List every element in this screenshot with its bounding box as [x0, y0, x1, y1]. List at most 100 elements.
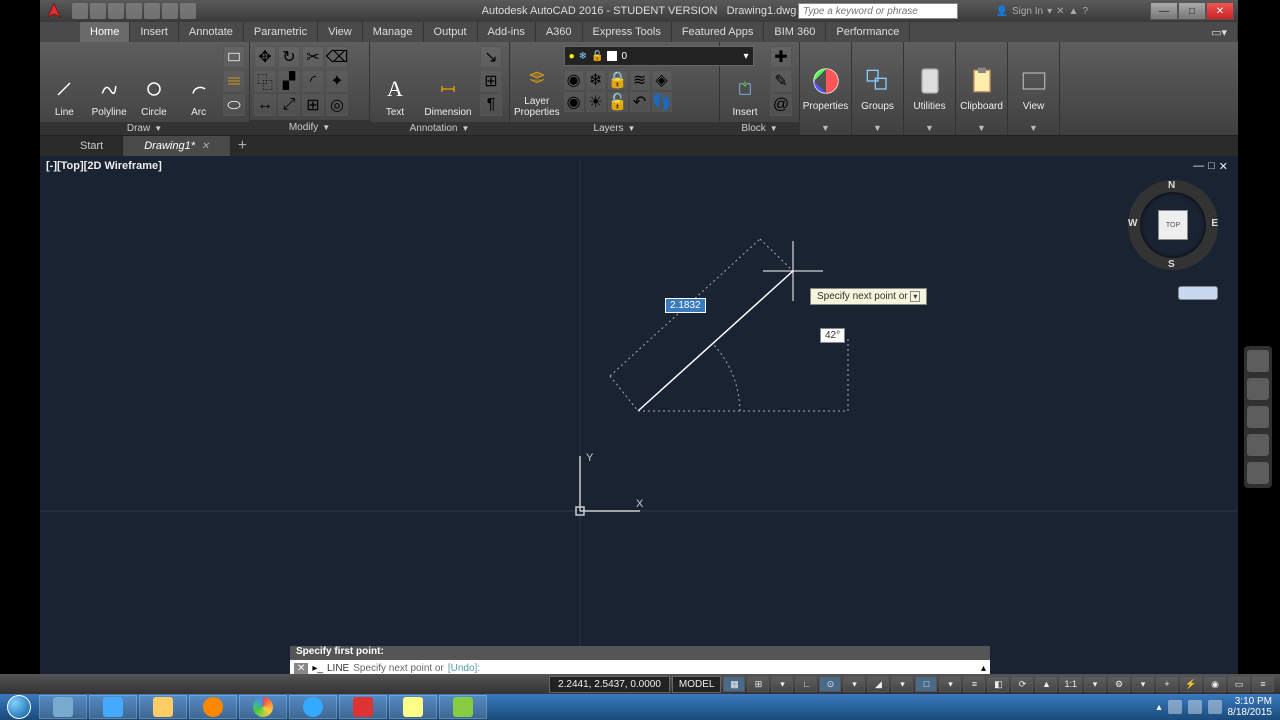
tab-output[interactable]: Output [424, 22, 478, 42]
tab-view[interactable]: View [318, 22, 363, 42]
panel-modify-label[interactable]: Modify▼ [250, 120, 369, 135]
clean-screen[interactable]: ▭ [1228, 676, 1250, 692]
offset-icon[interactable]: ◎ [326, 94, 348, 116]
qat-save-icon[interactable] [108, 3, 124, 19]
tab-featured[interactable]: Featured Apps [672, 22, 765, 42]
qat-plot-icon[interactable] [144, 3, 160, 19]
tray-network-icon[interactable] [1188, 700, 1202, 714]
snap-toggle[interactable]: ⊞ [747, 676, 769, 692]
isolate-objects[interactable]: ◉ [1204, 676, 1226, 692]
viewcube-top[interactable]: TOP [1158, 210, 1188, 240]
qat-saveas-icon[interactable] [126, 3, 142, 19]
layer-thaw-icon[interactable]: ☀ [586, 92, 606, 112]
panel-properties[interactable]: Properties▼ [800, 42, 852, 135]
cmd-arrow-icon[interactable]: ▸_ [312, 663, 323, 674]
polar-toggle[interactable]: ⊙ [819, 676, 841, 692]
nav-orbit-icon[interactable] [1247, 434, 1269, 456]
tray-flag-icon[interactable] [1168, 700, 1182, 714]
layer-match-icon[interactable]: ≋ [630, 70, 650, 90]
taskbar-chrome[interactable] [239, 695, 287, 719]
tab-home[interactable]: Home [80, 22, 130, 42]
panel-utilities[interactable]: Utilities▼ [904, 42, 956, 135]
start-button[interactable] [0, 694, 38, 720]
workspace-menu[interactable]: ▾ [1132, 676, 1154, 692]
rotate-icon[interactable]: ↻ [278, 46, 300, 68]
block-edit-icon[interactable]: ✎ [770, 70, 792, 92]
array-icon[interactable]: ⊞ [302, 94, 324, 116]
ortho-toggle[interactable]: ∟ [795, 676, 817, 692]
circle-button[interactable]: Circle [134, 46, 175, 118]
block-attr-icon[interactable]: @ [770, 94, 792, 116]
close-button[interactable]: ✕ [1206, 2, 1234, 20]
tab-addins[interactable]: Add-ins [478, 22, 536, 42]
layer-properties-button[interactable]: Layer Properties [514, 46, 560, 118]
lineweight-toggle[interactable]: ≡ [963, 676, 985, 692]
tab-drawing1[interactable]: Drawing1*✕ [124, 136, 230, 156]
qat-open-icon[interactable] [90, 3, 106, 19]
tab-manage[interactable]: Manage [363, 22, 424, 42]
hatch-icon[interactable] [223, 70, 245, 92]
polyline-button[interactable]: Polyline [89, 46, 130, 118]
tab-a360[interactable]: A360 [536, 22, 583, 42]
isodraft-menu[interactable]: ▾ [891, 676, 913, 692]
trim-icon[interactable]: ✂ [302, 46, 324, 68]
command-line[interactable]: Specify first point: ✕ ▸_ LINE Specify n… [290, 646, 990, 676]
taskbar-notes[interactable] [389, 695, 437, 719]
layer-unlock-icon[interactable]: 🔓 [608, 92, 628, 112]
rectangle-icon[interactable] [223, 46, 245, 68]
fillet-icon[interactable]: ◜ [302, 70, 324, 92]
maximize-button[interactable]: □ [1178, 2, 1206, 20]
app-icon[interactable] [44, 1, 64, 21]
panel-groups[interactable]: Groups▼ [852, 42, 904, 135]
isodraft-toggle[interactable]: ◢ [867, 676, 889, 692]
taskbar-explorer[interactable] [39, 695, 87, 719]
qat-redo-icon[interactable] [180, 3, 196, 19]
osnap-menu[interactable]: ▾ [939, 676, 961, 692]
taskbar-skype[interactable] [289, 695, 337, 719]
tab-insert[interactable]: Insert [130, 22, 179, 42]
annoscale-toggle[interactable]: ▲ [1035, 676, 1057, 692]
osnap-toggle[interactable]: □ [915, 676, 937, 692]
workspace-switch[interactable]: ⚙ [1108, 676, 1130, 692]
leader-icon[interactable]: ↘ [480, 46, 502, 68]
nav-zoom-icon[interactable] [1247, 406, 1269, 428]
tab-bim360[interactable]: BIM 360 [764, 22, 826, 42]
taskbar-media[interactable] [189, 695, 237, 719]
viewcube[interactable]: TOP N S E W [1128, 180, 1218, 270]
annotation-monitor[interactable]: + [1156, 676, 1178, 692]
nav-showmotion-icon[interactable] [1247, 462, 1269, 484]
scale-readout[interactable]: 1:1 [1059, 676, 1082, 692]
close-tab-icon[interactable]: ✕ [201, 141, 209, 152]
panel-draw-label[interactable]: Draw▼ [40, 122, 249, 135]
layer-iso-icon[interactable]: ◈ [652, 70, 672, 90]
polar-menu[interactable]: ▾ [843, 676, 865, 692]
tray-up-icon[interactable]: ▴ [1156, 702, 1161, 713]
clock[interactable]: 3:10 PM 8/18/2015 [1228, 696, 1273, 718]
wcs-badge[interactable] [1178, 286, 1218, 300]
copy-icon[interactable]: ⿻ [254, 70, 276, 92]
tab-annotate[interactable]: Annotate [179, 22, 244, 42]
nav-wheel-icon[interactable] [1247, 350, 1269, 372]
ribbon-min-icon[interactable]: ▭▾ [1201, 22, 1238, 42]
exchange-icon[interactable]: ✕ [1056, 6, 1064, 17]
sign-in-area[interactable]: 👤Sign In▾ ✕ ▲ ? [996, 6, 1088, 17]
text-button[interactable]: AText [374, 46, 416, 118]
mtext-icon[interactable]: ¶ [480, 94, 502, 116]
coordinates-readout[interactable]: 2.2441, 2.5437, 0.0000 [549, 676, 670, 693]
tab-start[interactable]: Start [60, 136, 124, 156]
ellipse-icon[interactable] [223, 94, 245, 116]
new-tab-button[interactable]: + [230, 136, 254, 156]
panel-clipboard[interactable]: Clipboard▼ [956, 42, 1008, 135]
layer-prev-icon[interactable]: ↶ [630, 92, 650, 112]
selection-cycle[interactable]: ⟳ [1011, 676, 1033, 692]
customize-status[interactable]: ≡ [1252, 676, 1274, 692]
line-button[interactable]: Line [44, 46, 85, 118]
minimize-button[interactable]: — [1150, 2, 1178, 20]
layer-on-icon[interactable]: ◉ [564, 92, 584, 112]
panel-layers-label[interactable]: Layers▼ [510, 122, 719, 135]
panel-annotation-label[interactable]: Annotation▼ [370, 122, 509, 135]
erase-icon[interactable]: ⌫ [326, 46, 348, 68]
layer-off-icon[interactable]: ◉ [564, 70, 584, 90]
mirror-icon[interactable]: ▞ [278, 70, 300, 92]
layer-walk-icon[interactable]: 👣 [652, 92, 672, 112]
